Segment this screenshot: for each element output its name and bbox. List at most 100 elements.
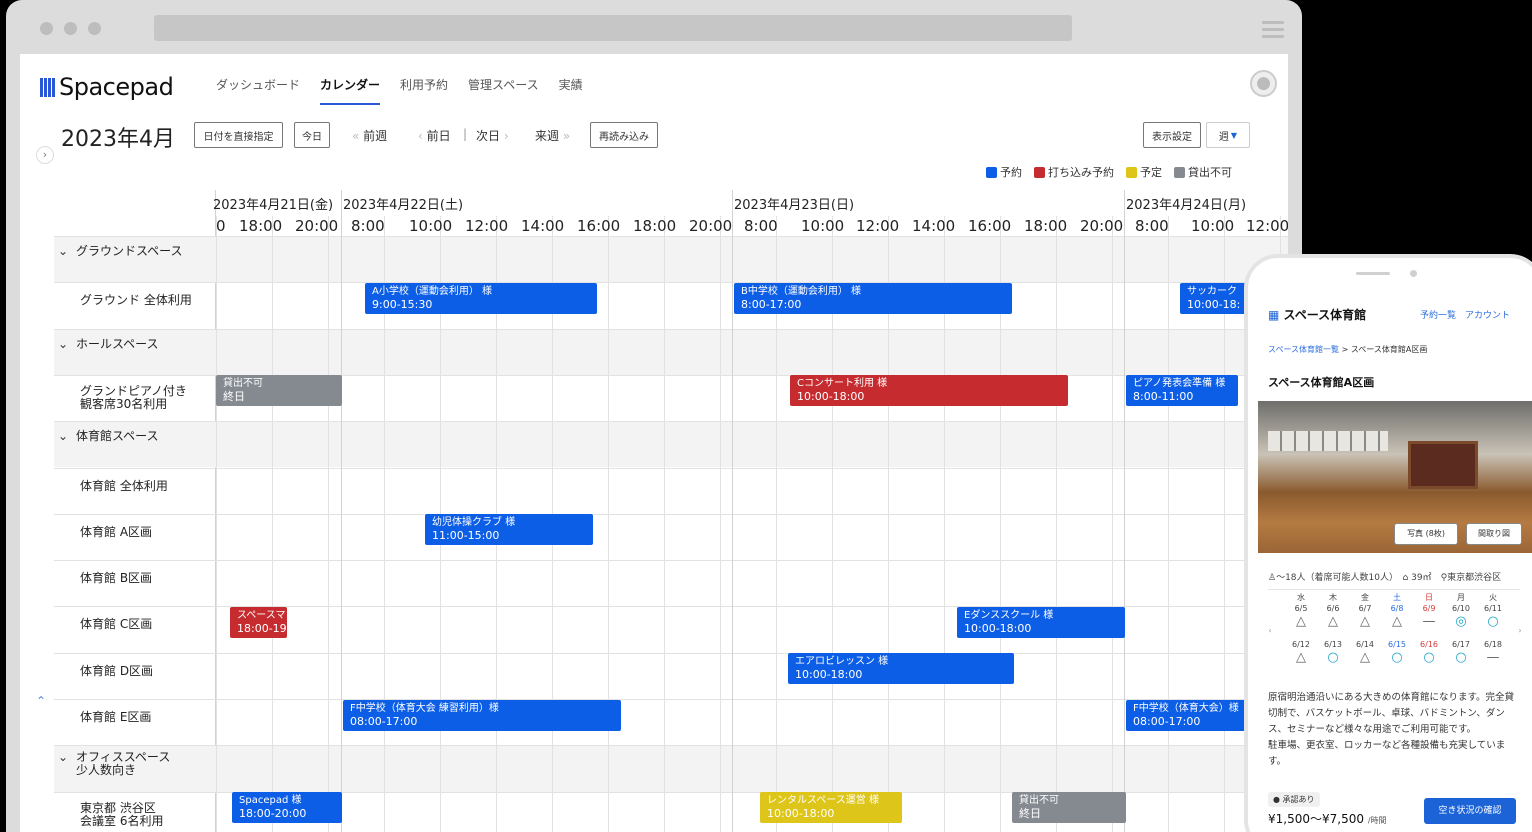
nav-dashboard[interactable]: ダッシュボード — [216, 76, 300, 105]
window-minimize-dot[interactable] — [64, 22, 77, 35]
weekday-header: 木 — [1329, 593, 1337, 602]
next-week-link[interactable]: 来週 » — [535, 127, 570, 144]
breadcrumb-parent-link[interactable]: スペース体育館一覧 — [1268, 345, 1339, 354]
calendar-event[interactable]: レンタルスペース運営 様 10:00-18:00 — [760, 792, 902, 824]
area-text: 39㎡ — [1411, 573, 1432, 583]
calendar-event[interactable]: Eダンススクール 様 10:00-18:00 — [957, 606, 1125, 638]
approval-badge: ● 承認あり — [1268, 792, 1320, 807]
price-unit: /時間 — [1367, 816, 1387, 825]
date-picker-button[interactable]: 日付を直接指定 — [194, 122, 283, 148]
time-header: 8:00 — [1135, 217, 1169, 235]
spacepad-logo[interactable]: Spacepad — [40, 73, 174, 101]
event-time: 終日 — [1019, 807, 1041, 821]
hour-divider — [664, 216, 665, 832]
calendar-event[interactable]: サッカーク 10:00-18: — [1180, 282, 1250, 314]
floorplan-button[interactable]: 間取り図 — [1466, 523, 1522, 545]
availability-mark[interactable]: △ — [1318, 614, 1348, 629]
next-day-link[interactable]: 次日 › — [476, 127, 509, 144]
hour-divider — [1056, 216, 1057, 832]
mobile-account-link[interactable]: アカウント — [1465, 311, 1510, 321]
prev-day-link[interactable]: ‹ 前日 — [418, 127, 451, 144]
availability-mark[interactable]: ○ — [1382, 650, 1412, 665]
availability-date: 6/7 — [1358, 604, 1372, 613]
window-maximize-dot[interactable] — [88, 22, 101, 35]
event-time: 終日 — [223, 390, 245, 404]
check-availability-button[interactable]: 空き状況の確認 — [1424, 798, 1516, 824]
time-header: 8:00 — [351, 217, 385, 235]
calendar-event[interactable]: 幼児体操クラブ 様 11:00-15:00 — [425, 514, 593, 546]
resource-group-header[interactable]: ⌄ ホールスペース — [58, 335, 159, 352]
chevron-down-icon[interactable]: ⌄ — [58, 429, 76, 443]
photo-count-button[interactable]: 写真 (8枚) — [1394, 523, 1458, 545]
availability-mark[interactable]: ○ — [1478, 614, 1508, 629]
legend-unavailable: 貸出不可 — [1174, 164, 1232, 180]
calendar-event[interactable]: F中学校（体育大会）様 08:00-17:00 — [1126, 699, 1246, 731]
user-avatar-icon[interactable]: ● — [1250, 70, 1277, 97]
calendar-event[interactable]: B中学校（運動会利用） 様 8:00-17:00 — [734, 282, 1012, 314]
availability-mark[interactable]: ◎ — [1446, 614, 1476, 629]
calendar-event[interactable]: 貸出不可 終日 — [216, 375, 342, 407]
event-title: Eダンススクール 様 — [964, 609, 1054, 621]
event-time: 08:00-17:00 — [1133, 714, 1201, 728]
availability-mark[interactable]: △ — [1382, 614, 1412, 629]
gym-photo[interactable]: › 写真 (8枚) 間取り図 — [1258, 401, 1532, 553]
nav-results[interactable]: 実績 — [559, 76, 583, 105]
address-bar[interactable] — [154, 15, 1072, 41]
nav-reservations[interactable]: 利用予約 — [400, 76, 448, 105]
calendar-event[interactable]: エアロビレッスン 様 10:00-18:00 — [788, 653, 1014, 685]
resource-group-header[interactable]: ⌄ 体育館スペース — [58, 427, 159, 444]
nav-calendar[interactable]: カレンダー — [320, 76, 381, 105]
availability-mark[interactable]: — — [1478, 650, 1508, 665]
weekday-header: 水 — [1297, 593, 1305, 602]
row-divider — [54, 421, 1288, 423]
availability-mark[interactable]: △ — [1286, 650, 1316, 665]
resource-label: 体育館 E区画 — [80, 710, 152, 724]
resource-label: 体育館 B区画 — [80, 571, 153, 586]
availability-mark[interactable]: — — [1414, 614, 1444, 629]
calendar-event[interactable]: Cコンサート利用 様 10:00-18:00 — [790, 375, 1068, 407]
reload-button[interactable]: 再読み込み — [590, 122, 658, 148]
chevron-down-icon[interactable]: ⌄ — [58, 751, 76, 764]
resource-group-header[interactable]: ⌄ グラウンドスペース — [58, 242, 183, 259]
chevron-down-icon[interactable]: ⌄ — [58, 244, 76, 258]
calendar-event[interactable]: スペースマ 18:00-19 — [230, 606, 287, 638]
availability-mark[interactable]: ○ — [1318, 650, 1348, 665]
mobile-reservation-list-link[interactable]: 予約一覧 — [1420, 311, 1456, 321]
availability-next-icon[interactable]: › — [1514, 626, 1526, 635]
display-settings-button[interactable]: 表示設定 — [1143, 122, 1201, 148]
group-row-background — [54, 236, 1288, 283]
nav-managed-spaces[interactable]: 管理スペース — [468, 76, 539, 105]
availability-mark[interactable]: △ — [1286, 614, 1316, 629]
availability-mark[interactable]: ○ — [1414, 650, 1444, 665]
event-time: 11:00-15:00 — [432, 529, 500, 543]
event-title: 貸出不可 — [1019, 795, 1059, 807]
calendar-event[interactable]: A小学校（運動会利用） 様 9:00-15:30 — [365, 282, 597, 314]
window-close-dot[interactable] — [40, 22, 53, 35]
phone-speaker — [1356, 272, 1390, 275]
browser-menu-icon[interactable] — [1262, 21, 1284, 42]
prev-week-link[interactable]: « 前週 — [352, 127, 387, 144]
time-header: 18:00 — [239, 217, 283, 235]
chevron-left-icon: ‹ — [418, 129, 423, 143]
calendar-event[interactable]: 貸出不可 終日 — [1012, 792, 1126, 824]
date-header: 2023年4月23日(日) — [734, 198, 855, 213]
phone-camera — [1410, 270, 1417, 277]
today-button[interactable]: 今日 — [294, 122, 330, 148]
availability-prev-icon[interactable]: ‹ — [1264, 626, 1276, 635]
availability-mark[interactable]: △ — [1350, 650, 1380, 665]
resource-group-header[interactable]: ⌄ オフィススペース 少人数向き — [58, 751, 170, 777]
location-text: 東京都渋谷区 — [1447, 573, 1502, 583]
availability-mark[interactable]: △ — [1350, 614, 1380, 629]
row-divider — [54, 560, 1288, 562]
view-select[interactable]: 週 ▼ — [1206, 122, 1250, 148]
event-title: スペースマ — [237, 609, 286, 621]
calendar-event[interactable]: F中学校（体育大会 練習利用）様 08:00-17:00 — [343, 699, 621, 731]
sidebar-expand-icon[interactable]: › — [36, 146, 54, 164]
calendar-event[interactable]: Spacepad 様 18:00-20:00 — [232, 792, 342, 824]
calendar-event[interactable]: ピアノ発表会準備 様 8:00-11:00 — [1126, 375, 1238, 407]
availability-mark[interactable]: ○ — [1446, 650, 1476, 665]
availability-date: 6/5 — [1294, 604, 1308, 613]
row-divider — [54, 236, 1288, 237]
time-header: 14:00 — [912, 217, 956, 235]
chevron-down-icon[interactable]: ⌄ — [58, 337, 76, 351]
